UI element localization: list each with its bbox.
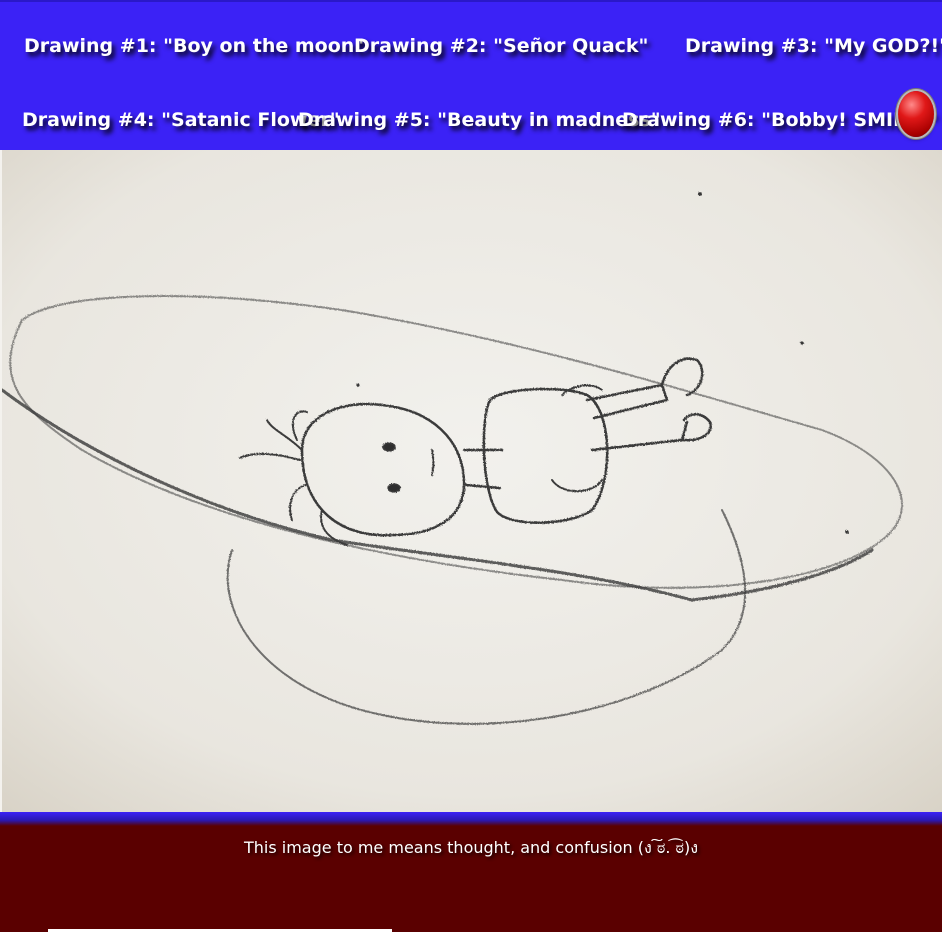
nav-drawing-4-link[interactable]: Drawing #4: "Satanic Flower"	[22, 108, 340, 132]
drawings-nav: Drawing #1: "Boy on the moon" Drawing #2…	[0, 0, 942, 150]
red-circle-button-icon[interactable]	[898, 91, 934, 137]
nav-drawing-3-link[interactable]: Drawing #3: "My GOD?!"	[685, 34, 942, 58]
drawing-caption: This image to me means thought, and conf…	[243, 838, 699, 857]
drawing-image	[2, 150, 942, 812]
nav-drawing-2-link[interactable]: Drawing #2: "Señor Quack"	[354, 34, 648, 58]
footer-gradient-strip	[0, 812, 942, 826]
caption-footer: This image to me means thought, and conf…	[0, 812, 942, 932]
nav-drawing-5-link[interactable]: Drawing #5: "Beauty in madness"	[298, 108, 661, 132]
nav-drawing-6-link[interactable]: Drawing #6: "Bobby! SMILE!"	[622, 108, 937, 132]
nav-drawing-1-link[interactable]: Drawing #1: "Boy on the moon"	[24, 34, 364, 58]
pencil-drawing-boy-on-moon	[2, 150, 942, 812]
